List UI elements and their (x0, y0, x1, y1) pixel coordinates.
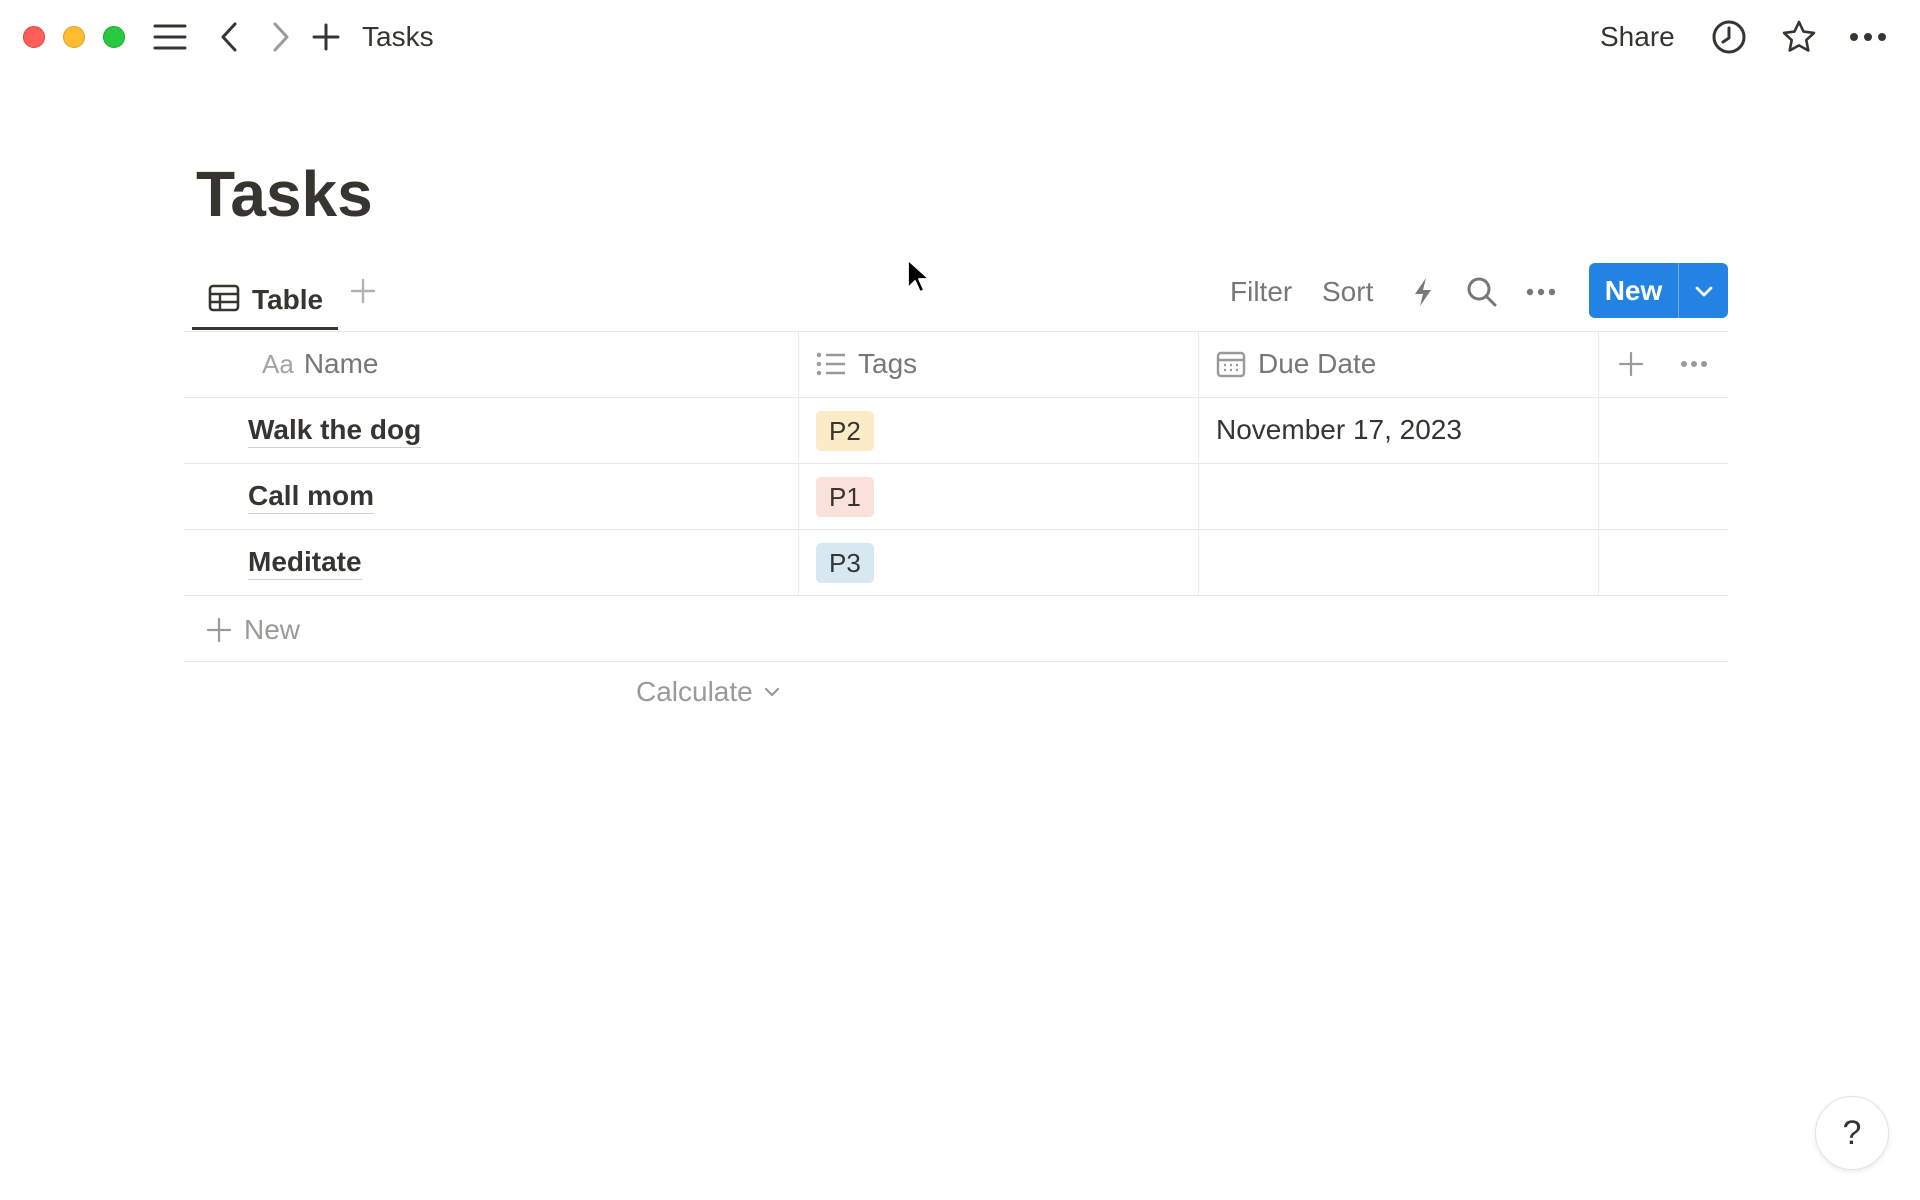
new-dropdown-button[interactable] (1679, 263, 1728, 318)
new-button[interactable]: New (1589, 263, 1679, 318)
column-divider (798, 331, 799, 596)
column-header-label: Due Date (1258, 348, 1377, 379)
app-window: Tasks Share Tasks Table Filter Sort New (0, 0, 1920, 1200)
search-icon[interactable] (1464, 272, 1500, 312)
column-divider (1198, 331, 1199, 596)
calculate-button[interactable]: Calculate (636, 676, 781, 708)
forward-arrow-icon[interactable] (266, 17, 296, 57)
new-button-group: New (1589, 263, 1728, 318)
tag-badge[interactable]: P3 (816, 543, 874, 583)
text-property-icon: Aa (262, 348, 294, 379)
due-date-cell[interactable]: November 17, 2023 (1216, 413, 1462, 447)
header-bottom-border (184, 397, 1728, 398)
table-top-border (184, 331, 1728, 332)
column-header-label: Name (303, 348, 379, 379)
row-divider (184, 463, 1728, 464)
row-divider (184, 529, 1728, 530)
close-window-button[interactable] (23, 26, 45, 48)
table-icon (208, 284, 240, 317)
tag-badge[interactable]: P1 (816, 477, 874, 517)
calculate-label: Calculate (636, 676, 753, 707)
column-header-label: Tags (858, 348, 918, 379)
plus-icon (1618, 351, 1644, 377)
plus-icon (206, 617, 232, 643)
plus-icon (350, 278, 376, 304)
add-new-row-button[interactable]: New (206, 612, 300, 648)
mouse-cursor-icon (907, 259, 930, 293)
page-title[interactable]: Tasks (196, 156, 373, 232)
tag-badge[interactable]: P2 (816, 411, 874, 451)
share-button[interactable]: Share (1600, 20, 1675, 54)
updates-clock-icon[interactable] (1710, 17, 1748, 57)
table-more-options-icon[interactable] (1680, 332, 1720, 396)
add-new-row-label: New (244, 614, 301, 645)
sort-button[interactable]: Sort (1322, 274, 1373, 310)
filter-button[interactable]: Filter (1230, 274, 1292, 310)
minimize-window-button[interactable] (63, 26, 85, 48)
add-view-button[interactable] (346, 274, 380, 308)
calendar-icon (1216, 351, 1246, 378)
column-header-name[interactable]: Aa Name (262, 332, 379, 396)
help-button[interactable]: ? (1815, 1096, 1889, 1170)
chevron-down-icon (1695, 286, 1712, 296)
zoom-window-button[interactable] (103, 26, 125, 48)
new-page-plus-icon[interactable] (310, 17, 342, 57)
column-divider (1598, 331, 1599, 596)
list-icon (816, 352, 845, 376)
row-name-cell[interactable]: Meditate (248, 545, 362, 580)
favorite-star-icon[interactable] (1780, 17, 1818, 57)
chevron-down-icon (764, 687, 779, 697)
sidebar-menu-icon[interactable] (150, 17, 190, 57)
table-bottom-border (184, 661, 1728, 662)
active-tab-indicator (192, 327, 338, 330)
more-options-icon[interactable] (1848, 17, 1888, 57)
column-header-due-date[interactable]: Due Date (1216, 332, 1376, 396)
row-name-cell[interactable]: Walk the dog (248, 413, 422, 448)
back-arrow-icon[interactable] (214, 17, 244, 57)
row-name-cell[interactable]: Call mom (248, 479, 375, 514)
breadcrumb[interactable]: Tasks (362, 20, 434, 54)
column-header-tags[interactable]: Tags (816, 332, 917, 396)
title-bar: Tasks Share (0, 0, 1920, 74)
tab-table-view[interactable]: Table (192, 270, 338, 330)
tab-table-label: Table (252, 284, 324, 315)
row-divider (184, 595, 1728, 596)
view-more-options-icon[interactable] (1524, 272, 1558, 312)
automation-bolt-icon[interactable] (1408, 272, 1438, 312)
add-property-button[interactable] (1618, 332, 1656, 396)
